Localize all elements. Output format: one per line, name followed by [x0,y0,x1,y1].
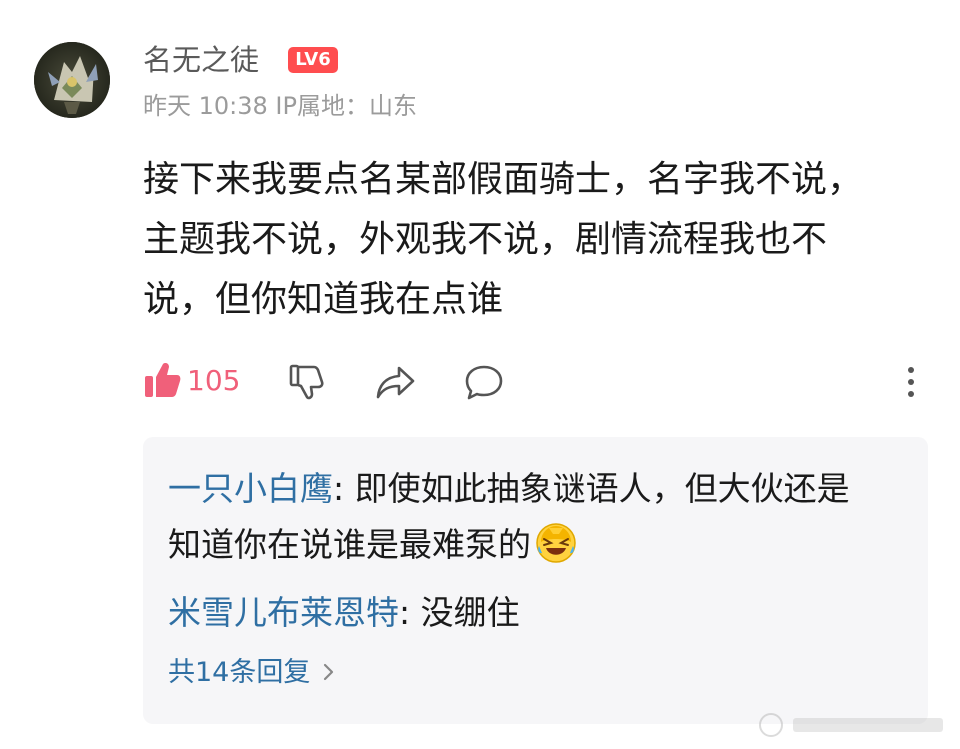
action-bar: 105 [143,356,923,406]
chevron-right-icon [322,654,336,681]
laughing-crying-emoji-icon [535,522,577,564]
more-vertical-icon[interactable] [899,364,923,400]
view-more-replies-link[interactable]: 共14条回复 [168,653,336,693]
comment-icon[interactable] [463,362,505,402]
replies-panel: 一只小白鹰: 即使如此抽象谜语人，但大伙还是 知道你在说谁是最难泵的 米雪儿布莱… [143,437,928,724]
thumbs-up-icon[interactable] [143,360,183,400]
watermark [757,708,957,742]
reply-line: 一只小白鹰: 即使如此抽象谜语人，但大伙还是 [168,461,908,517]
username[interactable]: 名无之徒 [143,40,259,80]
reply-separator: : [333,469,355,508]
reply-text: 即使如此抽象谜语人，但大伙还是 [354,469,850,508]
post-meta: 昨天 10:38 IP属地：山东 [143,92,417,120]
more-replies-label: 共14条回复 [168,657,311,688]
avatar[interactable] [34,42,110,118]
share-icon[interactable] [373,362,417,402]
reply-item[interactable]: 一只小白鹰: 即使如此抽象谜语人，但大伙还是 知道你在说谁是最难泵的 [168,461,908,573]
post-line: 主题我不说，外观我不说，剧情流程我也不 [143,219,828,260]
reply-item[interactable]: 米雪儿布莱恩特: 没绷住 [168,585,908,641]
reply-text: 知道你在说谁是最难泵的 [168,525,531,564]
reply-text: 没绷住 [420,593,520,632]
post-content: 接下来我要点名某部假面骑士，名字我不说， 主题我不说，外观我不说，剧情流程我也不… [143,150,883,330]
post-line: 接下来我要点名某部假面骑士，名字我不说， [143,159,864,200]
post-line: 说，但你知道我在点谁 [143,279,504,320]
thumbs-down-icon[interactable] [287,362,327,402]
reply-line: 知道你在说谁是最难泵的 [168,517,908,573]
reply-separator: : [399,593,421,632]
reply-author[interactable]: 米雪儿布莱恩特 [168,593,399,632]
reply-line: 米雪儿布莱恩特: 没绷住 [168,585,908,641]
reply-author[interactable]: 一只小白鹰 [168,469,333,508]
level-badge: LV6 [288,47,338,73]
like-count: 105 [187,364,241,397]
